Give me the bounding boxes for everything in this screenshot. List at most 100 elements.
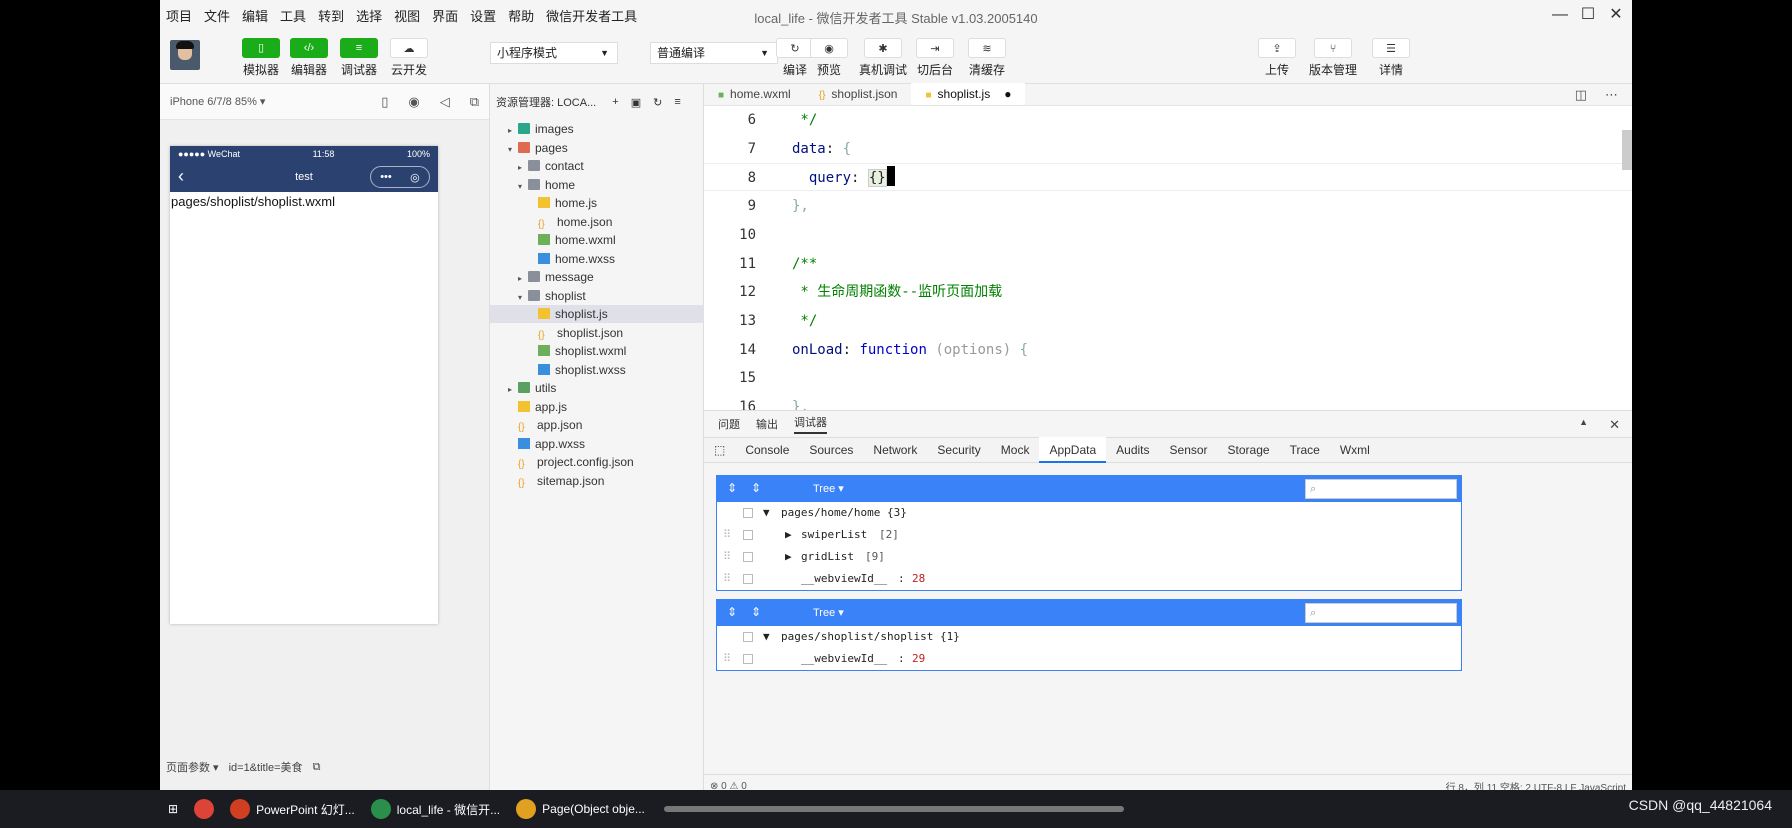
tree-item[interactable]: app.js [490,398,704,416]
taskbar-app[interactable]: Page(Object obje... [508,790,653,828]
devtools-tab[interactable]: Storage [1218,437,1280,463]
devtools-tab[interactable]: Sensor [1160,437,1218,463]
checkbox[interactable] [743,632,753,642]
devtools-tab[interactable]: Network [863,437,927,463]
search-input[interactable]: ⌕ [1305,603,1457,623]
preview-button[interactable]: ◉ 预览 [804,38,854,78]
tree-row[interactable]: ⠿ ▶ swiperList [2] [717,524,1461,546]
menu-item[interactable]: 微信开发者工具 [540,6,643,25]
menu-item[interactable]: 工具 [274,6,312,25]
debugger-button[interactable]: ≡ 调试器 [334,38,384,78]
upload-button[interactable]: ⇪ 上传 [1252,38,1302,78]
tree-row[interactable]: ⠿ __webviewId__: 29 [717,648,1461,670]
panel-tab[interactable]: 调试器 [794,414,827,434]
expand-icon[interactable]: ▼ [763,502,770,524]
tree-item[interactable]: {} sitemap.json [490,472,704,490]
refresh-icon[interactable]: ↻ [653,96,662,109]
page-params-select[interactable]: 页面参数 ▾ [166,759,219,775]
devtools-tab[interactable]: Wxml [1330,437,1380,463]
capsule-button[interactable]: ••• ◎ [370,166,430,188]
checkbox[interactable] [743,530,753,540]
search-input[interactable]: ⌕ [1305,479,1457,499]
devtools-tab[interactable]: AppData [1039,437,1107,463]
devtools-tab[interactable]: Audits [1106,437,1159,463]
cloud-button[interactable]: ☁ 云开发 [384,38,434,78]
menu-item[interactable]: 设置 [464,6,502,25]
tree-item[interactable]: shoplist.wxml [490,342,704,360]
drag-handle-icon[interactable]: ⠿ [723,648,731,670]
tree-item[interactable]: {} shoplist.json [490,324,704,342]
collapse-icon[interactable]: ≡ [674,96,680,108]
checkbox[interactable] [743,508,753,518]
menu-item[interactable]: 选择 [350,6,388,25]
menu-item[interactable]: 界面 [426,6,464,25]
drag-handle-icon[interactable]: ⠿ [723,568,731,590]
tree-item[interactable]: {} app.json [490,416,704,434]
devtools-tab[interactable]: Security [927,437,990,463]
tree-row[interactable]: ▼ pages/home/home {3} [717,502,1461,524]
record-icon[interactable]: ◉ [408,94,419,110]
avatar[interactable] [170,40,200,70]
device-select[interactable]: iPhone 6/7/8 85% ▾ [170,95,265,108]
tree-item[interactable]: ▸ message [490,268,704,286]
menu-item[interactable]: 文件 [198,6,236,25]
background-button[interactable]: ⇥ 切后台 [910,38,960,78]
checkbox[interactable] [743,654,753,664]
collapse-all-icon[interactable]: ⇕ [751,605,761,619]
more-icon[interactable]: ⋯ [1605,87,1618,103]
tree-item[interactable]: ▸ images [490,120,704,138]
devtools-tab[interactable]: Sources [799,437,863,463]
tree-item[interactable]: home.wxss [490,250,704,268]
real-debug-button[interactable]: ✱ 真机调试 [858,38,908,78]
close-button[interactable]: ✕ [1604,5,1628,25]
menu-item[interactable]: 帮助 [502,6,540,25]
tree-item[interactable]: {} home.json [490,213,704,231]
editor-scrollbar[interactable] [1622,130,1632,170]
tree-item[interactable]: ▾ pages [490,139,704,157]
expand-icon[interactable]: ⇕ [727,481,737,495]
devtools-tab[interactable]: Console [735,437,799,463]
panel-tab[interactable]: 输出 [756,416,778,432]
windows-icon[interactable]: ⊞ [160,790,186,828]
tree-item[interactable]: home.js [490,194,704,212]
volume-icon[interactable]: ◁ [440,94,450,110]
copy-icon[interactable]: ⧉ [313,761,321,774]
taskbar-app[interactable]: PowerPoint 幻灯... [222,790,363,828]
checkbox[interactable] [743,552,753,562]
compile-mode-select[interactable]: 普通编译 ▼ [650,42,778,64]
tree-item[interactable]: ▾ shoplist [490,287,704,305]
editor-tab[interactable]: ■ home.wxml [704,83,805,105]
tree-row[interactable]: ⠿ ▶ gridList [9] [717,546,1461,568]
tree-mode-select[interactable]: Tree ▾ [813,482,844,495]
inspect-icon[interactable]: ⬚ [704,437,735,463]
tree-item[interactable]: app.wxss [490,435,704,453]
add-folder-icon[interactable]: ▣ [631,96,641,109]
code-area[interactable]: 6 */7 data: {8 query: {} 9}, 10 11/** 12 * 生命… [704,106,1632,410]
editor-button[interactable]: ‹/› 编辑器 [284,38,334,78]
drag-handle-icon[interactable]: ⠿ [723,546,731,568]
more-icon[interactable]: ••• [380,171,392,183]
tree-item[interactable]: ▾ home [490,176,704,194]
video-scrubber[interactable] [664,806,1124,812]
devtools-tab[interactable]: Trace [1280,437,1330,463]
tree-item[interactable]: ▸ utils [490,379,704,397]
drag-handle-icon[interactable]: ⠿ [723,524,731,546]
tree-mode-select[interactable]: Tree ▾ [813,606,844,619]
split-icon[interactable]: ◫ [1575,87,1587,103]
tree-row[interactable]: ⠿ __webviewId__: 28 [717,568,1461,590]
tree-item[interactable]: ▸ contact [490,157,704,175]
tree-item[interactable]: shoplist.wxss [490,361,704,379]
tree-item[interactable]: shoplist.js [490,305,704,323]
expand-icon[interactable]: ▶ [785,546,792,568]
version-button[interactable]: ⑂ 版本管理 [1308,38,1358,78]
mode-select[interactable]: 小程序模式 ▼ [490,42,618,64]
menu-item[interactable]: 编辑 [236,6,274,25]
editor-tab[interactable]: ■ shoplist.js ● [911,83,1026,105]
editor-tab[interactable]: {} shoplist.json [805,83,912,105]
simulator-button[interactable]: ▯ 模拟器 [236,38,286,78]
collapse-all-icon[interactable]: ⇕ [751,481,761,495]
tree-item[interactable]: home.wxml [490,231,704,249]
chrome-icon[interactable] [186,790,222,828]
expand-icon[interactable]: ⇕ [727,605,737,619]
target-icon[interactable]: ◎ [410,171,420,184]
